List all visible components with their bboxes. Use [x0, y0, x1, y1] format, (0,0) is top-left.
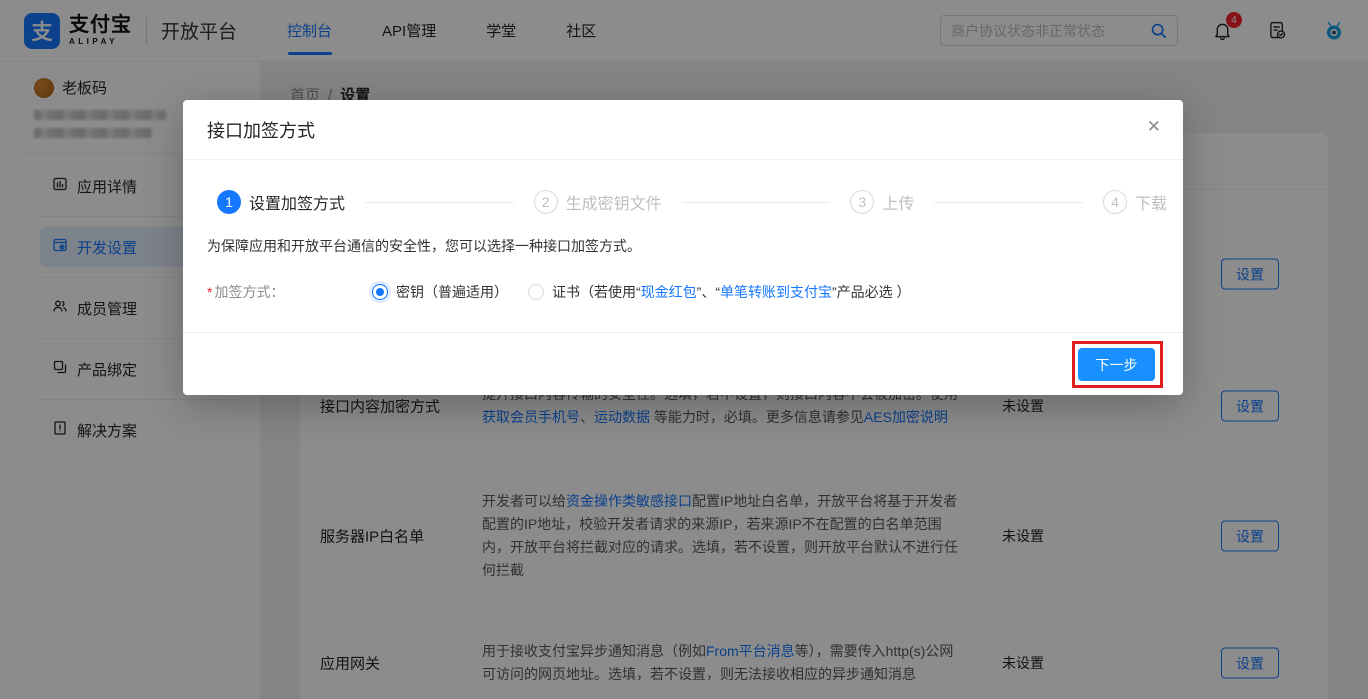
close-icon[interactable]: ✕ — [1147, 118, 1161, 135]
signing-method-field: *加签方式： 密钥（普遍适用） 证书（若使用“现金红包”、“单笔转账到支付宝”产… — [207, 282, 1159, 302]
text-segment: 密钥（普遍适用） — [396, 284, 508, 300]
annotation-highlight-box — [1072, 341, 1163, 388]
signing-method-modal: 接口加签方式 ✕ 1 设置加签方式 2 生成密钥文件 3 上传 4 下载 为保障… — [183, 100, 1183, 395]
step-label: 上传 — [882, 190, 914, 214]
step-connector — [934, 202, 1083, 203]
field-label-text: 加签方式： — [214, 284, 284, 300]
step-label: 设置加签方式 — [249, 190, 345, 214]
radio-key[interactable]: 密钥（普遍适用） — [372, 282, 508, 302]
step-number: 2 — [534, 190, 558, 214]
required-mark: * — [207, 284, 212, 300]
radio-unselected-icon — [528, 284, 544, 300]
step-label: 生成密钥文件 — [566, 190, 662, 214]
step-label: 下载 — [1135, 190, 1167, 214]
text-segment: ”产品必选 ） — [832, 284, 911, 300]
step-number: 1 — [217, 190, 241, 214]
inline-link[interactable]: 现金红包 — [641, 284, 697, 300]
text-segment: ”、“ — [697, 284, 720, 300]
step-number: 3 — [850, 190, 874, 214]
field-label: *加签方式： — [207, 282, 372, 302]
step-generate-key-file: 2 生成密钥文件 — [534, 190, 662, 214]
modal-header: 接口加签方式 ✕ — [183, 100, 1183, 160]
step-connector — [365, 202, 514, 203]
inline-link[interactable]: 单笔转账到支付宝 — [720, 284, 832, 300]
modal-intro-text: 为保障应用和开放平台通信的安全性，您可以选择一种接口加签方式。 — [207, 236, 1159, 256]
step-download: 4 下载 — [1103, 190, 1167, 214]
radio-certificate[interactable]: 证书（若使用“现金红包”、“单笔转账到支付宝”产品必选 ） — [528, 282, 911, 302]
radio-label: 证书（若使用“现金红包”、“单笔转账到支付宝”产品必选 ） — [552, 282, 911, 302]
radio-selected-icon — [372, 284, 388, 300]
step-upload: 3 上传 — [850, 190, 914, 214]
step-connector — [682, 202, 831, 203]
radio-label: 密钥（普遍适用） — [396, 282, 508, 302]
modal-title: 接口加签方式 — [207, 117, 315, 143]
steps-bar: 1 设置加签方式 2 生成密钥文件 3 上传 4 下载 — [183, 160, 1183, 214]
step-set-signing-method: 1 设置加签方式 — [217, 190, 345, 214]
step-number: 4 — [1103, 190, 1127, 214]
radio-group: 密钥（普遍适用） 证书（若使用“现金红包”、“单笔转账到支付宝”产品必选 ） — [372, 282, 911, 302]
text-segment: 证书（若使用“ — [552, 284, 641, 300]
modal-footer: 下一步 — [183, 332, 1183, 395]
